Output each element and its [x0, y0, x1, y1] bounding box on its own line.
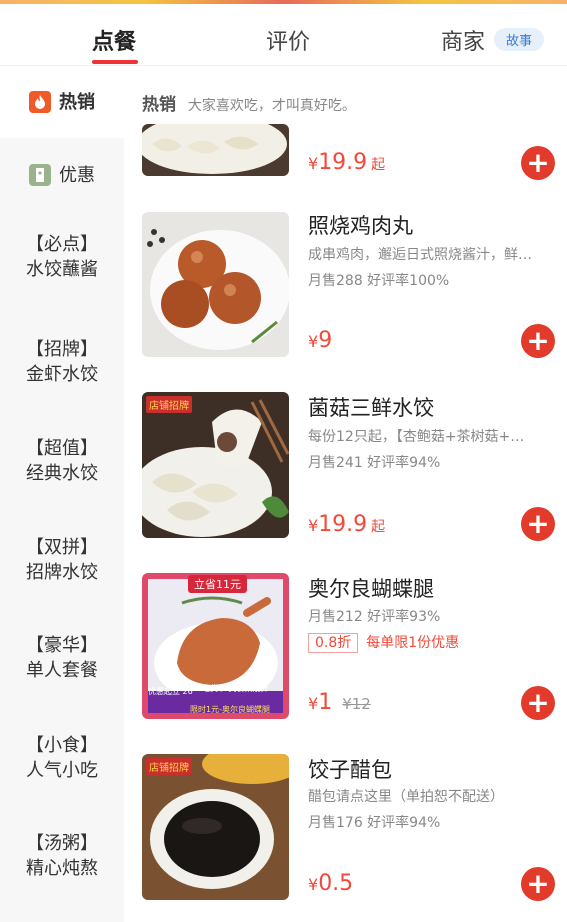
- sidebar-item-double-combo[interactable]: 【双拼】 招牌水饺: [0, 535, 124, 585]
- tab-bar: 点餐 评价 商家 故事: [0, 4, 567, 66]
- dish-stats: 月售176 好评率94%: [308, 815, 441, 831]
- dish-image: [142, 124, 289, 176]
- sidebar-item-label: 【招牌】: [26, 339, 98, 360]
- sidebar-item-label: 优惠: [59, 164, 95, 186]
- dish-stats: 月售241 好评率94%: [308, 455, 441, 471]
- dish-title: 饺子醋包: [308, 758, 392, 782]
- thumb-tag: 店铺招牌: [146, 396, 192, 413]
- dish-stats: 月售212 好评率93%: [308, 609, 441, 625]
- sidebar-item-label: 【双拼】: [26, 537, 98, 558]
- sidebar-item-soups[interactable]: 【汤粥】 精心炖熬: [0, 831, 124, 881]
- dish-title: 菌菇三鲜水饺: [308, 396, 434, 420]
- thumb-tag: 店铺招牌: [146, 758, 192, 775]
- price: ¥19.9 起: [308, 150, 386, 175]
- sidebar-item-shrimp-dumplings[interactable]: 【招牌】 金虾水饺: [0, 337, 124, 387]
- thumb-footer-right: 吃货节·美食聚划算: [202, 684, 269, 693]
- tag-icon: [29, 164, 51, 186]
- discount-text: 每单限1份优惠: [366, 635, 460, 651]
- dish-description: 每份12只起，【杏鲍菇+茶树菇+…: [308, 429, 525, 445]
- discount-badge: 0.8折: [308, 633, 359, 653]
- dish-title: 照烧鸡肉丸: [308, 214, 413, 238]
- add-to-cart-button[interactable]: +: [521, 507, 555, 541]
- dish-description: 成串鸡肉，邂逅日式照烧酱汁，鲜…: [308, 247, 532, 263]
- section-header: 热销 大家喜欢吃，才叫真好吃。: [142, 90, 356, 115]
- dish-image: 店铺招牌: [142, 754, 289, 900]
- dish-image: 店铺招牌: [142, 392, 289, 538]
- add-to-cart-button[interactable]: +: [521, 867, 555, 901]
- price: ¥9: [308, 328, 333, 353]
- price: ¥19.9 起: [308, 512, 386, 537]
- menu-list[interactable]: 热销 大家喜欢吃，才叫真好吃。 ¥19.9 起 + 照烧鸡肉丸 成串鸡肉，邂逅日…: [124, 66, 567, 922]
- dish-image: 立省11元 优惠起立 26 吃货节·美食聚划算 限时1元-奥尔良蝴蝶腿: [142, 573, 289, 719]
- sidebar-item-label: 精心炖熬: [26, 858, 98, 879]
- sidebar-item-label: 人气小吃: [26, 760, 98, 781]
- sidebar-item-hot[interactable]: 热销: [0, 66, 124, 138]
- sidebar-item-label: 单人套餐: [26, 660, 98, 681]
- sidebar-item-label: 【必点】: [26, 234, 98, 255]
- thumb-footer-bottom: 限时1元-奥尔良蝴蝶腿: [190, 705, 270, 714]
- dish-image: [142, 212, 289, 357]
- sidebar-item-label: 热销: [59, 91, 95, 113]
- add-to-cart-button[interactable]: +: [521, 686, 555, 720]
- sidebar-item-label: 【豪华】: [26, 635, 98, 656]
- sidebar-item-label: 水饺蘸酱: [26, 259, 98, 280]
- price: ¥1 ¥12: [308, 690, 371, 715]
- sidebar-item-label: 经典水饺: [26, 463, 98, 484]
- section-subtitle: 大家喜欢吃，才叫真好吃。: [187, 98, 356, 114]
- add-to-cart-button[interactable]: +: [521, 146, 555, 180]
- tab-active-underline: [92, 60, 138, 64]
- sidebar-item-label: 招牌水饺: [26, 562, 98, 583]
- add-to-cart-button[interactable]: +: [521, 324, 555, 358]
- sidebar-item-snacks[interactable]: 【小食】 人气小吃: [0, 733, 124, 783]
- tab-order[interactable]: 点餐: [92, 24, 136, 56]
- original-price: ¥12: [342, 695, 371, 713]
- sidebar-item-label: 金虾水饺: [26, 364, 98, 385]
- discount-row: 0.8折 每单限1份优惠: [308, 632, 460, 653]
- sidebar-item-single-set[interactable]: 【豪华】 单人套餐: [0, 633, 124, 683]
- dish-description: 醋包请点这里（单拍恕不配送）: [308, 789, 504, 805]
- story-badge[interactable]: 故事: [494, 28, 545, 51]
- sidebar-item-label: 【超值】: [26, 438, 98, 459]
- section-title: 热销: [142, 95, 176, 115]
- fire-icon: [29, 91, 51, 113]
- sidebar-item-classic-dumplings[interactable]: 【超值】 经典水饺: [0, 436, 124, 486]
- tab-merchant[interactable]: 商家: [441, 24, 485, 56]
- thumb-footer-left: 优惠起立 26: [148, 687, 193, 696]
- sidebar-item-sauce[interactable]: 【必点】 水饺蘸酱: [0, 232, 124, 282]
- tab-reviews[interactable]: 评价: [266, 24, 310, 56]
- price: ¥0.5: [308, 871, 354, 896]
- dish-title: 奥尔良蝴蝶腿: [308, 577, 434, 601]
- category-sidebar: 热销 优惠 【必点】 水饺蘸酱 【招牌】 金虾水饺 【超值】 经典水饺 【双拼】…: [0, 66, 124, 922]
- thumb-tag: 立省11元: [188, 575, 247, 593]
- sidebar-item-label: 【汤粥】: [26, 833, 98, 854]
- sidebar-item-discount[interactable]: 优惠: [0, 142, 124, 208]
- sidebar-item-label: 【小食】: [26, 735, 98, 756]
- dish-stats: 月售288 好评率100%: [308, 273, 450, 289]
